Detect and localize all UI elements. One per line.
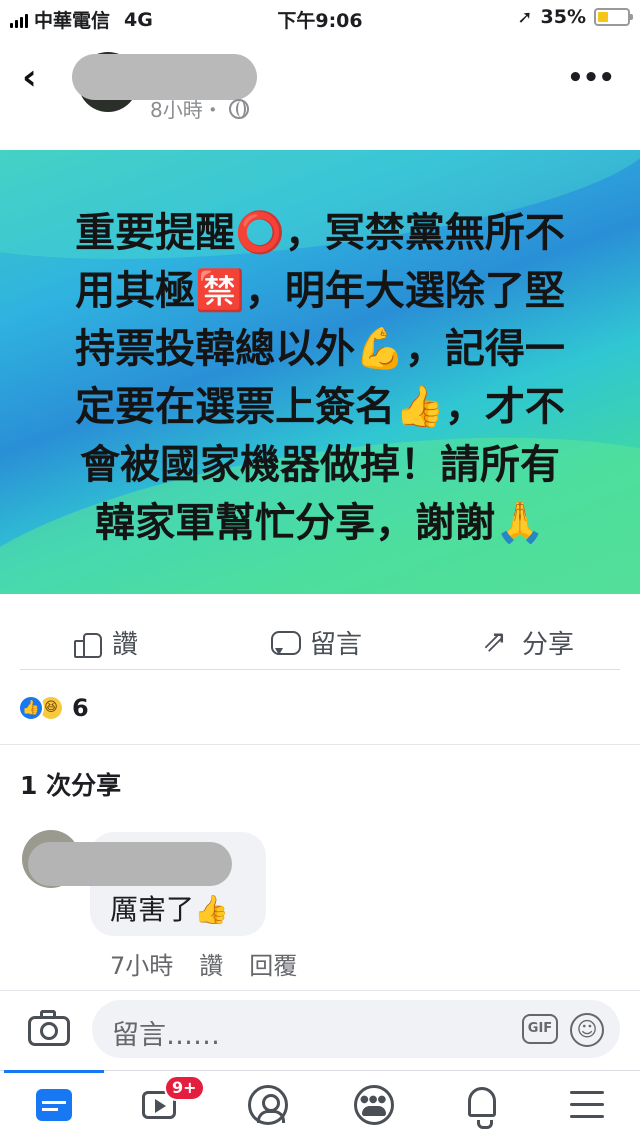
groups-icon (354, 1085, 394, 1125)
camera-button[interactable] (28, 1010, 70, 1046)
thumbs-up-icon (72, 628, 102, 658)
post-timestamp: 8小時・ (150, 94, 249, 123)
like-label: 讚 (112, 630, 139, 660)
divider (0, 744, 640, 745)
tab-news-feed[interactable] (4, 1070, 104, 1127)
like-reaction-icon: 👍 (18, 695, 44, 721)
emoji-button[interactable]: ☺ (570, 1013, 604, 1047)
hamburger-menu-icon (570, 1091, 604, 1119)
banner-line: 用其極🈲，明年大選除了堅 (75, 268, 565, 314)
tab-profile[interactable] (246, 1083, 290, 1127)
reaction-count: 6 (72, 694, 89, 722)
post-actions: 讚 留言 分享 (20, 612, 620, 670)
comment-time: 7小時 (110, 952, 174, 980)
post-banner[interactable]: 重要提醒⭕，冥禁黨無所不 用其極🈲，明年大選除了堅 持票投韓總以外💪，記得一 定… (0, 150, 640, 594)
battery-percent: 35% (540, 6, 586, 28)
comment-bubble-icon (270, 628, 301, 658)
comment-placeholder: 留言…… (112, 1020, 220, 1051)
tab-notifications[interactable] (460, 1083, 504, 1129)
reactions-summary[interactable]: 👍 😆 6 (18, 692, 89, 724)
tab-menu[interactable] (566, 1083, 610, 1127)
banner-line: 重要提醒⭕，冥禁黨無所不 (75, 210, 565, 256)
share-label: 分享 (522, 630, 575, 660)
comment-like-link[interactable]: 讚 (199, 946, 223, 981)
post-header: ‹ 8小時・ ••• (0, 44, 640, 123)
more-options-button[interactable]: ••• (567, 65, 615, 91)
bell-icon (468, 1087, 496, 1129)
tab-watch[interactable]: 9+ (140, 1075, 205, 1127)
news-feed-icon (36, 1089, 72, 1121)
like-button[interactable]: 讚 (72, 624, 138, 661)
divider (0, 990, 640, 991)
share-arrow-icon (482, 624, 512, 659)
commenter-name-redacted[interactable] (28, 842, 232, 886)
profile-icon (248, 1085, 288, 1125)
gif-button[interactable]: GIF (522, 1014, 558, 1044)
banner-line: 韓家軍幫忙分享，謝謝🙏 (95, 500, 545, 546)
back-button[interactable]: ‹ (22, 60, 54, 98)
banner-line: 持票投韓總以外💪，記得一 (75, 326, 565, 372)
battery-icon (594, 8, 633, 26)
status-bar: 中華電信 4G 下午9:06 ➚ 35% (0, 0, 640, 36)
comment-reply-link[interactable]: 回覆 (249, 946, 297, 981)
banner-line: 定要在選票上簽名👍，才不 (75, 384, 565, 430)
tab-groups[interactable] (352, 1083, 396, 1127)
notification-badge: 9+ (164, 1075, 205, 1101)
share-button[interactable]: 分享 (482, 624, 574, 661)
comment-input[interactable]: 留言…… GIF ☺ (92, 1000, 620, 1058)
globe-icon (228, 98, 249, 119)
share-count[interactable]: 1 次分享 (20, 766, 121, 802)
banner-line: 會被國家機器做掉！請所有 (80, 442, 560, 488)
comment-button[interactable]: 留言 (270, 624, 362, 661)
comment-meta: 7小時 讚 回覆 (110, 946, 297, 981)
comment-label: 留言 (310, 630, 363, 660)
bottom-tab-bar: 9+ (0, 1070, 640, 1138)
post-time-text: 8小時・ (150, 98, 223, 122)
location-icon: ➚ (517, 6, 533, 28)
banner-text: 重要提醒⭕，冥禁黨無所不 用其極🈲，明年大選除了堅 持票投韓總以外💪，記得一 定… (30, 204, 610, 552)
comment-text: 厲害了👍 (110, 893, 229, 926)
active-tab-indicator (4, 1070, 104, 1073)
